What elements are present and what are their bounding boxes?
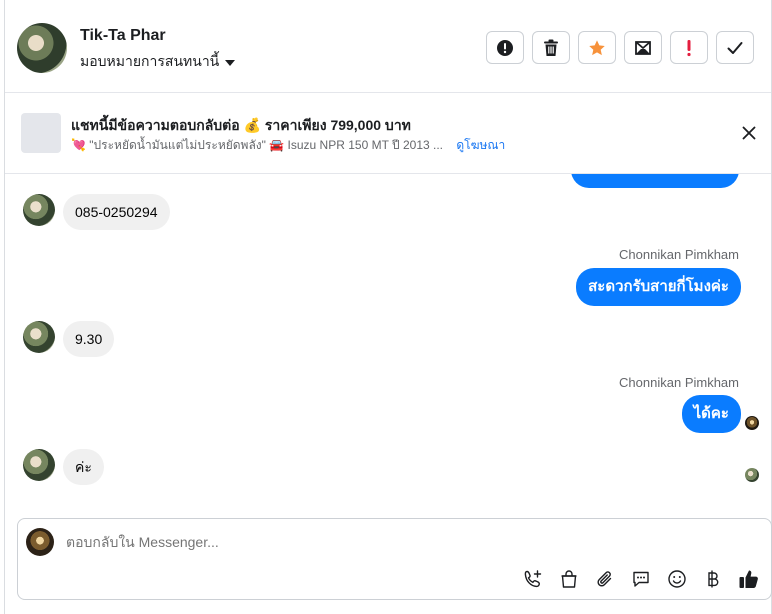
saved-replies-button[interactable] bbox=[629, 567, 653, 591]
incoming-message[interactable]: 085-0250294 bbox=[63, 194, 170, 230]
alert-circle-icon bbox=[497, 39, 513, 56]
seen-by-avatar bbox=[745, 416, 759, 430]
view-ad-link[interactable]: ดูโฆษณา bbox=[456, 138, 505, 152]
like-button[interactable] bbox=[737, 567, 761, 591]
attach-button[interactable] bbox=[593, 567, 617, 591]
assign-conversation-dropdown[interactable]: มอบหมายการสนทนานี้ bbox=[80, 51, 236, 73]
close-icon bbox=[742, 126, 756, 140]
reply-input[interactable] bbox=[66, 534, 716, 550]
payment-button[interactable] bbox=[701, 567, 725, 591]
sender-name: Chonnikan Pimkham bbox=[619, 375, 739, 390]
ad-thumbnail bbox=[21, 113, 61, 153]
emoji-button[interactable] bbox=[665, 567, 689, 591]
exclamation-icon bbox=[687, 39, 691, 56]
incoming-message[interactable]: ค่ะ bbox=[63, 449, 104, 485]
mark-spam-button[interactable] bbox=[486, 31, 524, 64]
composer-toolbar bbox=[521, 567, 761, 591]
ad-context-banner: แชทนี้มีข้อความตอบกลับต่อ 💰 ราคาเพียง 79… bbox=[5, 93, 771, 174]
conversation-header: Tik-Ta Phar มอบหมายการสนทนานี้ bbox=[5, 0, 771, 93]
outgoing-message-partial bbox=[571, 174, 739, 188]
delete-button[interactable] bbox=[532, 31, 570, 64]
read-receipt-avatar bbox=[745, 468, 759, 482]
shopping-bag-icon bbox=[561, 570, 577, 588]
ad-subtitle-row: 💘 "ประหยัดน้ำมันแต่ไม่ประหยัดพลัง" 🚘 Isu… bbox=[71, 136, 505, 155]
trash-icon bbox=[544, 39, 558, 56]
contact-name[interactable]: Tik-Ta Phar bbox=[80, 27, 166, 45]
quick-reply-icon bbox=[633, 571, 649, 587]
call-button[interactable] bbox=[521, 567, 545, 591]
mark-important-button[interactable] bbox=[670, 31, 708, 64]
star-icon bbox=[589, 39, 605, 55]
star-button[interactable] bbox=[578, 31, 616, 64]
contact-avatar-small[interactable] bbox=[23, 321, 55, 353]
envelope-archive-icon bbox=[635, 40, 651, 55]
outgoing-message[interactable]: ได้คะ bbox=[681, 395, 741, 433]
contact-avatar[interactable] bbox=[17, 23, 67, 73]
checkmark-icon bbox=[727, 41, 743, 54]
phone-add-icon bbox=[524, 570, 542, 588]
sender-name: Chonnikan Pimkham bbox=[619, 247, 739, 262]
message-thread[interactable]: 085-0250294 Chonnikan Pimkham สะดวกรับสา… bbox=[5, 174, 771, 514]
contact-avatar-small[interactable] bbox=[23, 194, 55, 226]
emoji-icon bbox=[668, 570, 686, 588]
mark-done-button[interactable] bbox=[716, 31, 754, 64]
ad-subtitle: 💘 "ประหยัดน้ำมันแต่ไม่ประหยัดพลัง" 🚘 Isu… bbox=[71, 138, 444, 152]
outgoing-message[interactable]: สะดวกรับสายกี่โมงค่ะ bbox=[576, 268, 741, 306]
thumbs-up-icon bbox=[739, 570, 758, 588]
caret-down-icon bbox=[225, 60, 236, 66]
header-actions bbox=[486, 31, 754, 64]
paperclip-icon bbox=[597, 571, 612, 587]
incoming-message[interactable]: 9.30 bbox=[63, 321, 115, 357]
page-avatar bbox=[26, 528, 54, 556]
contact-avatar-small[interactable] bbox=[23, 449, 55, 481]
move-to-done-archive-button[interactable] bbox=[624, 31, 662, 64]
reply-composer bbox=[17, 518, 772, 600]
assign-label: มอบหมายการสนทนานี้ bbox=[80, 53, 220, 69]
baht-icon bbox=[708, 570, 719, 588]
close-banner-button[interactable] bbox=[737, 121, 761, 145]
ad-title: แชทนี้มีข้อความตอบกลับต่อ 💰 ราคาเพียง 79… bbox=[71, 117, 411, 133]
shop-button[interactable] bbox=[557, 567, 581, 591]
